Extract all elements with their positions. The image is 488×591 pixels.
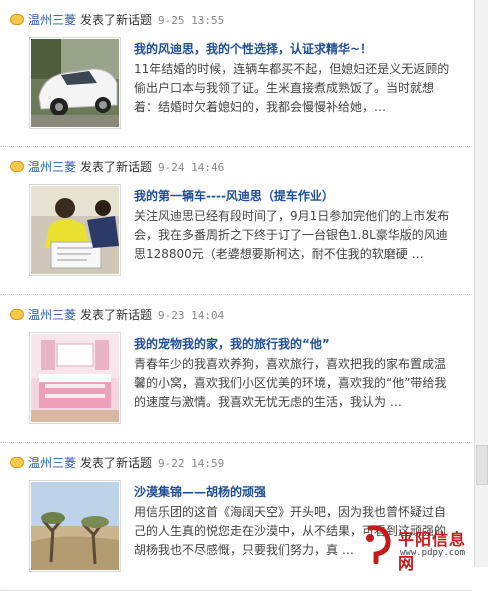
user-link[interactable]: 温州三菱 <box>28 308 76 322</box>
activity-feed: 温州三菱 发表了新话题 9-25 13:55 我的风迪思，我的个性选择，认证求精华~… <box>0 0 472 591</box>
scrollbar-thumb[interactable] <box>476 445 488 485</box>
timestamp: 9-23 14:04 <box>158 309 225 322</box>
topic-excerpt: 青春年少的我喜欢养狗，喜欢旅行，喜欢把我的家布置成温馨的小窝，喜欢我们小区优美的… <box>134 357 447 409</box>
vertical-scrollbar[interactable] <box>474 0 488 567</box>
speech-bubble-icon <box>10 309 24 320</box>
speech-bubble-icon <box>10 457 24 468</box>
user-link[interactable]: 温州三菱 <box>28 13 76 27</box>
user-link[interactable]: 温州三菱 <box>28 456 76 470</box>
action-text: 发表了新话题 <box>80 160 153 174</box>
speech-bubble-icon <box>10 161 24 172</box>
action-text: 发表了新话题 <box>80 456 153 470</box>
speech-bubble-icon <box>10 14 24 25</box>
feed-item: 温州三菱 发表了新话题 9-23 14:04 我的宠物我的家，我的旅行我的“他” 青… <box>0 295 472 443</box>
watermark-url: www.pdpy.com <box>400 548 466 558</box>
timestamp: 9-24 14:46 <box>158 161 225 174</box>
user-link[interactable]: 温州三菱 <box>28 160 76 174</box>
timestamp: 9-25 13:55 <box>158 14 225 27</box>
timestamp: 9-22 14:59 <box>158 457 225 470</box>
thumbnail-signing-contract[interactable] <box>29 184 121 276</box>
feed-item-header: 温州三菱 发表了新话题 9-22 14:59 <box>10 454 224 470</box>
action-text: 发表了新话题 <box>80 13 153 27</box>
feed-item-header: 温州三菱 发表了新话题 9-23 14:04 <box>10 306 224 322</box>
thumbnail-desert-trees[interactable] <box>29 480 121 572</box>
topic-title[interactable]: 我的宠物我的家，我的旅行我的“他” <box>134 335 454 352</box>
action-text: 发表了新话题 <box>80 308 153 322</box>
feed-item-header: 温州三菱 发表了新话题 9-25 13:55 <box>10 11 224 27</box>
topic-title[interactable]: 我的第一辆车----风迪思（提车作业） <box>134 187 454 204</box>
feed-item: 温州三菱 发表了新话题 9-25 13:55 我的风迪思，我的个性选择，认证求精华~… <box>0 0 472 147</box>
topic-excerpt: 11年结婚的时候，连辆车都买不起，但媳妇还是义无返顾的偷出户口本与我领了证。生米… <box>134 62 450 114</box>
feed-item-header: 温州三菱 发表了新话题 9-24 14:46 <box>10 158 224 174</box>
feed-item: 温州三菱 发表了新话题 9-24 14:46 我的第一辆车----风迪思（提车作业）… <box>0 147 472 295</box>
topic-excerpt: 关注风迪思已经有段时间了，9月1日参加完他们的上市发布会，我在多番周折之下终于订… <box>134 209 450 261</box>
site-watermark: 平阳信息网 www.pdpy.com <box>360 524 480 573</box>
site-logo-icon <box>366 525 391 564</box>
topic-title[interactable]: 我的风迪思，我的个性选择，认证求精华~！ <box>134 40 454 57</box>
topic-title[interactable]: 沙漠集锦——胡杨的顽强 <box>134 483 454 500</box>
thumbnail-white-car[interactable] <box>29 37 121 129</box>
thumbnail-pink-bedroom[interactable] <box>29 332 121 424</box>
